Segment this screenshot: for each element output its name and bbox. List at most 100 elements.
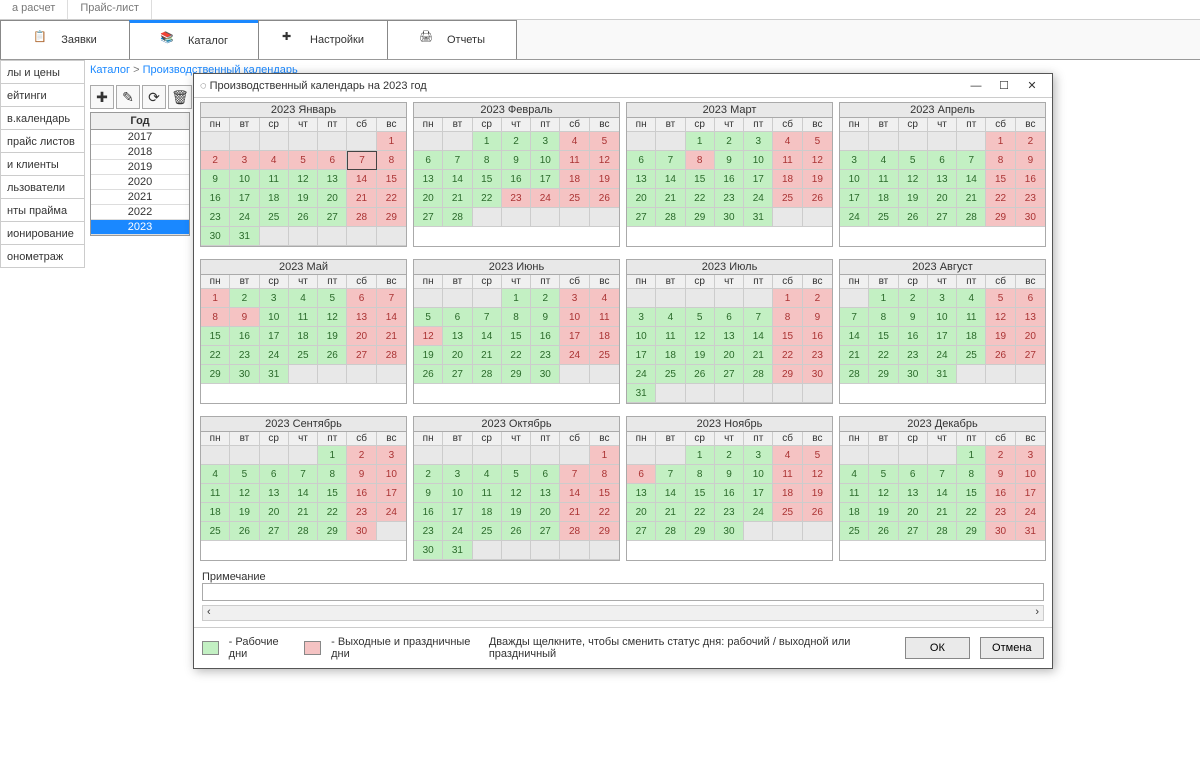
top-tab[interactable]: Прайс-лист [68, 0, 152, 19]
day-cell[interactable]: 5 [289, 151, 318, 170]
day-cell[interactable]: 23 [414, 522, 443, 541]
day-cell[interactable]: 24 [744, 189, 773, 208]
day-cell[interactable]: 4 [473, 465, 502, 484]
plus-button[interactable]: ✚ [90, 85, 114, 109]
day-cell[interactable]: 21 [443, 189, 472, 208]
day-cell[interactable]: 8 [869, 308, 898, 327]
day-cell[interactable]: 17 [627, 346, 656, 365]
day-cell[interactable]: 15 [473, 170, 502, 189]
day-cell[interactable]: 17 [1016, 484, 1045, 503]
day-cell[interactable]: 20 [627, 503, 656, 522]
year-item-2021[interactable]: 2021 [91, 190, 189, 205]
day-cell[interactable]: 4 [260, 151, 289, 170]
day-cell[interactable]: 13 [318, 170, 347, 189]
day-cell[interactable]: 30 [899, 365, 928, 384]
day-cell[interactable]: 8 [957, 465, 986, 484]
day-cell[interactable]: 28 [347, 208, 376, 227]
day-cell[interactable]: 4 [869, 151, 898, 170]
day-cell[interactable]: 22 [869, 346, 898, 365]
day-cell[interactable]: 12 [414, 327, 443, 346]
day-cell[interactable]: 24 [627, 365, 656, 384]
day-cell[interactable]: 19 [414, 346, 443, 365]
day-cell[interactable]: 1 [377, 132, 406, 151]
day-cell[interactable]: 22 [473, 189, 502, 208]
day-cell[interactable]: 26 [414, 365, 443, 384]
day-cell[interactable]: 17 [443, 503, 472, 522]
day-cell[interactable]: 4 [289, 289, 318, 308]
day-cell[interactable]: 20 [260, 503, 289, 522]
day-cell[interactable]: 9 [414, 484, 443, 503]
day-cell[interactable]: 16 [347, 484, 376, 503]
day-cell[interactable]: 20 [318, 189, 347, 208]
close-button[interactable]: ✕ [1018, 76, 1046, 96]
day-cell[interactable]: 3 [1016, 446, 1045, 465]
day-cell[interactable]: 27 [443, 365, 472, 384]
day-cell[interactable]: 14 [957, 170, 986, 189]
day-cell[interactable]: 16 [803, 327, 832, 346]
day-cell[interactable]: 4 [840, 465, 869, 484]
day-cell[interactable]: 6 [715, 308, 744, 327]
day-cell[interactable]: 1 [502, 289, 531, 308]
day-cell[interactable]: 6 [928, 151, 957, 170]
day-cell[interactable]: 13 [627, 170, 656, 189]
day-cell[interactable]: 24 [560, 346, 589, 365]
day-cell[interactable]: 28 [473, 365, 502, 384]
day-cell[interactable]: 31 [443, 541, 472, 560]
day-cell[interactable]: 23 [201, 208, 230, 227]
day-cell[interactable]: 20 [1016, 327, 1045, 346]
day-cell[interactable]: 8 [590, 465, 619, 484]
day-cell[interactable]: 23 [986, 503, 1015, 522]
day-cell[interactable]: 11 [289, 308, 318, 327]
day-cell[interactable]: 22 [957, 503, 986, 522]
day-cell[interactable]: 14 [840, 327, 869, 346]
day-cell[interactable]: 6 [627, 465, 656, 484]
day-cell[interactable]: 12 [803, 465, 832, 484]
day-cell[interactable]: 27 [627, 522, 656, 541]
year-item-2022[interactable]: 2022 [91, 205, 189, 220]
day-cell[interactable]: 4 [560, 132, 589, 151]
day-cell[interactable]: 19 [318, 327, 347, 346]
day-cell[interactable]: 11 [773, 151, 802, 170]
day-cell[interactable]: 5 [686, 308, 715, 327]
day-cell[interactable]: 26 [869, 522, 898, 541]
day-cell[interactable]: 1 [986, 132, 1015, 151]
day-cell[interactable]: 11 [560, 151, 589, 170]
day-cell[interactable]: 13 [531, 484, 560, 503]
day-cell[interactable]: 12 [318, 308, 347, 327]
trash-button[interactable]: 🗑 [168, 85, 192, 109]
day-cell[interactable]: 29 [590, 522, 619, 541]
day-cell[interactable]: 12 [502, 484, 531, 503]
day-cell[interactable]: 9 [715, 151, 744, 170]
day-cell[interactable]: 3 [560, 289, 589, 308]
day-cell[interactable]: 31 [928, 365, 957, 384]
day-cell[interactable]: 1 [201, 289, 230, 308]
day-cell[interactable]: 6 [414, 151, 443, 170]
day-cell[interactable]: 6 [627, 151, 656, 170]
day-cell[interactable]: 29 [201, 365, 230, 384]
day-cell[interactable]: 9 [502, 151, 531, 170]
day-cell[interactable]: 25 [560, 189, 589, 208]
day-cell[interactable]: 19 [686, 346, 715, 365]
day-cell[interactable]: 13 [347, 308, 376, 327]
day-cell[interactable]: 10 [744, 465, 773, 484]
day-cell[interactable]: 12 [869, 484, 898, 503]
day-cell[interactable]: 30 [414, 541, 443, 560]
day-cell[interactable]: 12 [686, 327, 715, 346]
day-cell[interactable]: 11 [201, 484, 230, 503]
year-item-2023[interactable]: 2023 [91, 220, 189, 235]
day-cell[interactable]: 24 [1016, 503, 1045, 522]
day-cell[interactable]: 18 [289, 327, 318, 346]
day-cell[interactable]: 21 [957, 189, 986, 208]
day-cell[interactable]: 23 [1016, 189, 1045, 208]
day-cell[interactable]: 21 [347, 189, 376, 208]
day-cell[interactable]: 26 [803, 503, 832, 522]
day-cell[interactable]: 18 [260, 189, 289, 208]
day-cell[interactable]: 31 [627, 384, 656, 403]
day-cell[interactable]: 7 [473, 308, 502, 327]
day-cell[interactable]: 28 [656, 522, 685, 541]
day-cell[interactable]: 2 [347, 446, 376, 465]
day-cell[interactable]: 3 [627, 308, 656, 327]
day-cell[interactable]: 12 [230, 484, 259, 503]
day-cell[interactable]: 16 [715, 484, 744, 503]
day-cell[interactable]: 29 [686, 208, 715, 227]
